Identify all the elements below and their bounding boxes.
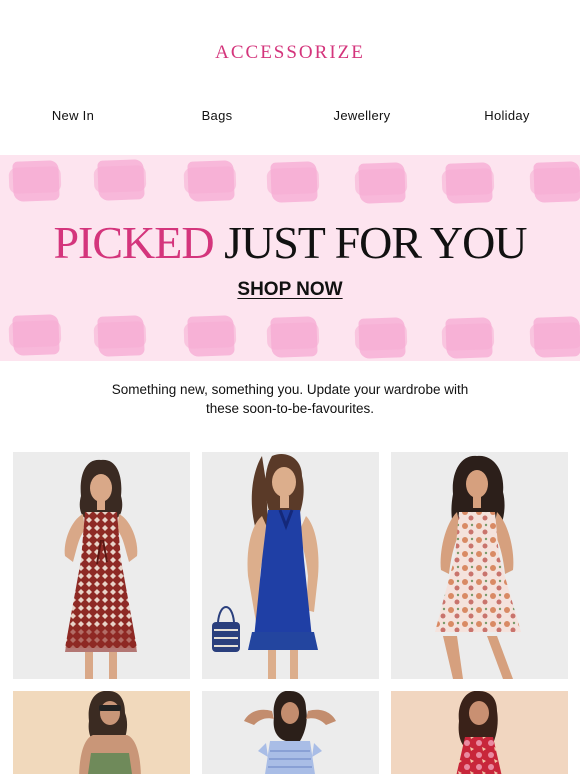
- product-card[interactable]: [202, 452, 379, 679]
- decor-blob: [97, 315, 145, 357]
- blue-dress-photo: [202, 452, 379, 679]
- decor-blob: [358, 317, 406, 359]
- green-cami-photo: [13, 691, 190, 774]
- decor-blob: [445, 162, 493, 204]
- hero-banner[interactable]: PICKED JUST FOR YOU SHOP NOW: [0, 155, 580, 361]
- decor-blob: [187, 315, 235, 357]
- red-print-top-photo: [391, 691, 568, 774]
- decor-blob: [12, 160, 60, 202]
- floral-dress-photo: [391, 452, 568, 679]
- product-card[interactable]: [202, 691, 379, 774]
- hero-title-rest: JUST FOR YOU: [224, 217, 527, 268]
- decor-blob: [445, 317, 493, 359]
- product-card[interactable]: [391, 691, 568, 774]
- decor-blob: [358, 162, 406, 204]
- decor-blob: [12, 314, 60, 356]
- brand-logo[interactable]: ACCESSORIZE: [215, 42, 365, 63]
- nav-item-bags[interactable]: Bags: [202, 108, 233, 123]
- decor-blob: [270, 316, 318, 358]
- blue-smocked-top-photo: [202, 691, 379, 774]
- nav-item-holiday[interactable]: Holiday: [484, 108, 529, 123]
- nav-item-new-in[interactable]: New In: [52, 108, 94, 123]
- intro-text: Something new, something you. Update you…: [60, 380, 520, 418]
- decor-blob: [533, 161, 580, 203]
- nav-item-jewellery[interactable]: Jewellery: [334, 108, 391, 123]
- shop-now-button[interactable]: SHOP NOW: [237, 279, 342, 300]
- product-card[interactable]: [13, 452, 190, 679]
- product-card[interactable]: [391, 452, 568, 679]
- intro-line-1: Something new, something you. Update you…: [111, 382, 469, 397]
- main-nav: New In Bags Jewellery Holiday: [0, 108, 580, 126]
- hero-cta-wrap: SHOP NOW: [0, 279, 580, 301]
- brand-logo-area: ACCESSORIZE: [0, 42, 580, 64]
- product-card[interactable]: [13, 691, 190, 774]
- decor-blob: [187, 160, 235, 202]
- hero-title: PICKED JUST FOR YOU: [0, 217, 580, 269]
- hero-title-highlight: PICKED: [53, 217, 214, 268]
- red-print-dress-photo: [13, 452, 190, 679]
- intro-line-2: these soon-to-be-favourites.: [205, 401, 375, 416]
- decor-blob: [97, 159, 145, 201]
- decor-blob: [270, 161, 318, 203]
- decor-blob: [533, 316, 580, 358]
